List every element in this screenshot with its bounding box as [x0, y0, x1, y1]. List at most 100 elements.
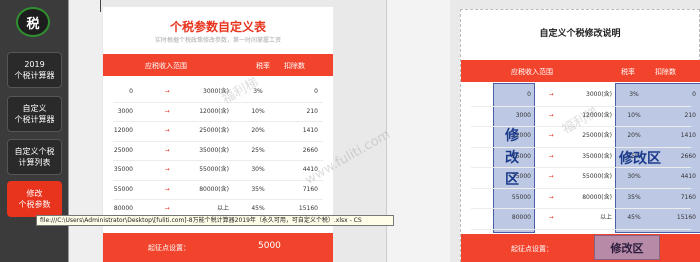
arrow-right-icon: →: [548, 152, 554, 160]
threshold-label: 起征点设置：: [148, 244, 190, 252]
income-to: 25000(含): [199, 127, 229, 134]
arrow-right-icon: →: [548, 214, 554, 221]
table-row: 35000 55000(含) 30% 4410 →: [461, 168, 700, 185]
threshold-edit-zone[interactable]: 修改区: [594, 235, 660, 260]
tax-rate: 30%: [627, 173, 641, 180]
threshold-bar: 起征点设置： 5000: [103, 233, 333, 262]
deduction: 210: [306, 107, 318, 115]
table-row: 25000 35000(含) 25% 2660 →: [461, 148, 700, 165]
income-from: 12000: [113, 127, 133, 134]
income-from: 35000: [511, 173, 531, 180]
table-row: 12000 25000(含) 20% 1410 →: [461, 127, 700, 144]
income-to: 80000(含): [199, 185, 229, 193]
income-to: 55000(含): [582, 173, 612, 180]
income-to: 以上: [599, 214, 612, 221]
table-row: 0 3000(含) 3% 0 →: [461, 86, 700, 103]
arrow-right-icon: →: [548, 132, 554, 139]
sidebar-item-label: 个税计算器: [14, 71, 55, 80]
tax-rate: 25%: [251, 146, 265, 154]
instructions-title: 自定义个税修改说明: [539, 29, 621, 39]
sidebar-item-custom-list[interactable]: 自定义个税 计算列表: [7, 139, 62, 175]
file-path-tooltip: file:///C:\Users\Administrator\Desktop\[…: [36, 215, 394, 226]
income-from: 3000: [515, 111, 531, 119]
row-divider: [471, 228, 691, 230]
table-header: 应税收入范围 税率 扣除数: [103, 54, 333, 76]
table-header: 应税收入范围 税率 扣除数: [461, 60, 700, 82]
deduction: 1410: [302, 127, 318, 134]
income-to: 25000(含): [582, 132, 612, 139]
income-to: 35000(含): [199, 146, 229, 154]
sidebar-item-label: 自定义个税: [14, 147, 55, 156]
income-from: 25000: [113, 146, 133, 154]
table-row: 55000 80000(含) 35% 7160 →: [103, 181, 333, 198]
income-from: 0: [527, 91, 531, 98]
arrow-right-icon: →: [548, 173, 554, 180]
arrow-right-icon: →: [548, 91, 554, 98]
arrow-right-icon: →: [164, 166, 170, 173]
sidebar-item-label: 修改: [26, 189, 43, 198]
threshold-value[interactable]: 5000: [258, 241, 281, 251]
deduction: 15160: [676, 214, 696, 221]
income-to: 12000(含): [582, 111, 612, 119]
income-from: 55000: [113, 185, 133, 193]
table-row: 25000 35000(含) 25% 2660 →: [103, 142, 333, 159]
table-row: 0 3000(含) 3% 0 →: [103, 83, 333, 100]
income-from: 55000: [511, 193, 531, 201]
income-to: 80000(含): [582, 193, 612, 201]
tax-rate: 10%: [627, 111, 641, 119]
income-to: 3000(含): [586, 91, 612, 98]
sidebar-item-modify-params[interactable]: 修改 个税参数: [7, 181, 62, 217]
tax-rate: 20%: [251, 127, 265, 134]
edit-zone-label: 修改区: [619, 151, 661, 167]
tax-rate: 3%: [253, 88, 263, 95]
arrow-right-icon: →: [548, 193, 554, 201]
income-to: 55000(含): [199, 166, 229, 173]
deduction: 210: [684, 111, 696, 119]
sidebar-item-label: 个税参数: [18, 200, 51, 209]
sidebar-item-label: 计算列表: [18, 158, 51, 167]
page-subtitle: 实时根据个税政策修改参数，第一时间掌握工资: [154, 37, 281, 44]
arrow-right-icon: →: [164, 127, 170, 134]
arrow-right-icon: →: [548, 111, 554, 119]
header-range: 应税收入范围: [511, 68, 553, 76]
income-from: 80000: [511, 214, 531, 221]
arrow-right-icon: →: [164, 107, 170, 115]
income-from: 35000: [113, 166, 133, 173]
edit-zone-char: 改: [505, 150, 519, 166]
deduction: 4410: [680, 173, 696, 180]
tax-rate: 10%: [251, 107, 265, 115]
tax-rate: 20%: [627, 132, 641, 139]
tax-rate: 45%: [627, 214, 641, 221]
income-from: 25000: [511, 152, 531, 160]
page-title: 个税参数自定义表: [169, 20, 266, 34]
deduction: 4410: [302, 166, 318, 173]
threshold-bar: 起征点设置：: [461, 234, 700, 262]
deduction: 0: [314, 88, 318, 95]
arrow-right-icon: →: [164, 146, 170, 154]
tax-rate: 35%: [251, 185, 265, 193]
deduction: 2660: [302, 146, 318, 154]
income-to: 3000(含): [203, 88, 229, 95]
threshold-label: 起征点设置：: [511, 245, 553, 253]
income-from: 12000: [511, 132, 531, 139]
header-deduction: 扣除数: [284, 62, 305, 70]
income-from: 0: [129, 88, 133, 95]
sheet-divider: [100, 0, 101, 12]
deduction: 7160: [302, 185, 318, 193]
sidebar-item-custom-calculator[interactable]: 自定义 个税计算器: [7, 96, 62, 132]
table-row: 35000 55000(含) 30% 4410 →: [103, 161, 333, 178]
deduction: 7160: [680, 193, 696, 201]
tax-logo-icon: 税: [16, 7, 50, 37]
deduction: 1410: [680, 132, 696, 139]
sidebar-item-2019-calculator[interactable]: 2019 个税计算器: [7, 52, 62, 88]
edit-zone-char: 修: [505, 128, 519, 144]
header-rate: 税率: [621, 68, 635, 76]
edit-zone-char: 区: [505, 172, 519, 188]
sidebar-item-label: 自定义: [22, 104, 47, 113]
arrow-right-icon: →: [164, 88, 170, 95]
tax-rate: 35%: [627, 193, 641, 201]
header-range: 应税收入范围: [145, 62, 187, 70]
income-from: 3000: [117, 107, 133, 115]
header-deduction: 扣除数: [655, 68, 676, 76]
income-to: 35000(含): [582, 152, 612, 160]
